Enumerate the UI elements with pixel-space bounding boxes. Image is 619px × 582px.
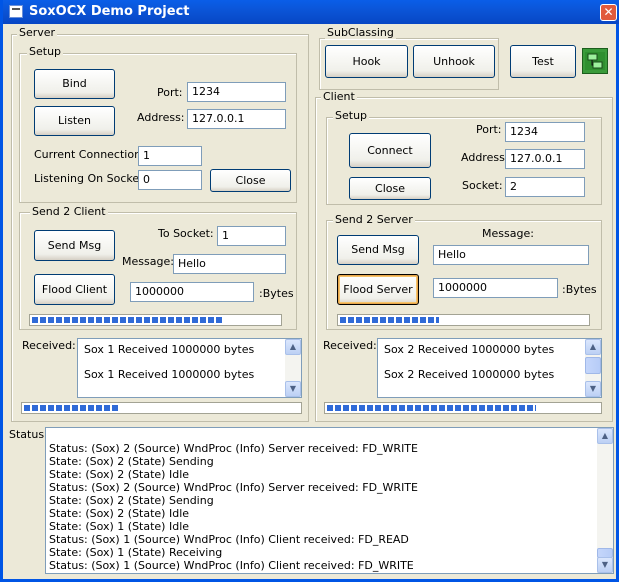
status-line: State: (Sox) 2 (State) Idle	[49, 468, 190, 481]
client-port-label: Port:	[476, 123, 502, 136]
network-connection-icon[interactable]	[582, 48, 608, 74]
server-address-field[interactable]: 127.0.0.1	[187, 109, 286, 129]
send-msg-client-button[interactable]: Send Msg	[34, 230, 115, 261]
client-close-button[interactable]: Close	[349, 177, 431, 200]
list-item[interactable]: Sox 2 Received 1000000 bytes	[384, 368, 554, 381]
status-line: State: (Sox) 1 (State) Idle	[49, 520, 190, 533]
scroll-down-icon[interactable]: ▼	[597, 557, 613, 573]
client-bytes-field[interactable]: 1000000	[130, 282, 254, 302]
status-line: State: (Sox) 2 (State) Sending	[49, 455, 214, 468]
flood-client-button[interactable]: Flood Client	[34, 274, 115, 305]
send-msg-server-button[interactable]: Send Msg	[337, 235, 419, 265]
server-address-label: Address:	[137, 111, 185, 124]
server-frame-label: Server	[17, 26, 58, 39]
listening-socket-label: Listening On Socket:	[34, 172, 148, 185]
status-line: State: (Sox) 2 (State) Sending	[49, 494, 214, 507]
client-message-label: Message:	[482, 227, 534, 240]
server-received-scrollbar[interactable]: ▲ ▼	[285, 339, 301, 397]
window-title: SoxOCX Demo Project	[29, 4, 190, 19]
client-address-label: Address:	[461, 151, 509, 164]
status-label: Status:	[9, 428, 48, 441]
server-bytes-unit: :Bytes	[562, 283, 597, 296]
subclassing-label: SubClassing	[325, 26, 396, 39]
test-button[interactable]: Test	[510, 45, 576, 78]
server-bytes-field[interactable]: 1000000	[433, 278, 558, 298]
unhook-button[interactable]: Unhook	[413, 45, 495, 78]
scroll-down-icon[interactable]: ▼	[285, 381, 301, 397]
status-line: Status: (Sox) 1 (Source) WndProc (Info) …	[49, 559, 414, 572]
client-frame-label: Client	[321, 90, 357, 103]
status-line: Status: (Sox) 2 (Source) WndProc (Info) …	[49, 442, 418, 455]
status-line: Status: (Sox) 2 (Source) WndProc (Info) …	[49, 481, 418, 494]
status-line: Status: (Sox) 1 (Source) WndProc (Info) …	[49, 533, 409, 546]
client-setup-label: Setup	[333, 109, 370, 122]
flood-server-button[interactable]: Flood Server	[337, 274, 419, 305]
network-icon-glyph	[585, 52, 605, 70]
status-lines: Status: (Sox) 2 (Source) WndProc (Info) …	[49, 442, 418, 572]
client-message-field[interactable]: Hello	[433, 245, 589, 265]
listening-socket-field[interactable]: 0	[138, 170, 202, 190]
list-item[interactable]: Sox 2 Received 1000000 bytes	[384, 343, 554, 356]
server-send-progress-fill	[340, 317, 439, 323]
title-bar[interactable]: SoxOCX Demo Project ✕	[3, 0, 619, 24]
client-socket-label: Socket:	[462, 179, 503, 192]
connect-button[interactable]: Connect	[349, 133, 431, 168]
main-window: SoxOCX Demo Project ✕ Server Setup Bind …	[0, 0, 619, 582]
scroll-up-icon[interactable]: ▲	[285, 339, 301, 355]
to-socket-field[interactable]: 1	[217, 226, 286, 246]
scroll-down-icon[interactable]: ▼	[585, 381, 601, 397]
client-received-progress	[324, 402, 602, 414]
client-send-progress-fill	[32, 317, 223, 323]
server-message-label: Message:	[122, 255, 174, 268]
scroll-thumb[interactable]	[585, 357, 601, 374]
client-address-field[interactable]: 127.0.0.1	[505, 149, 585, 169]
server-port-label: Port:	[157, 86, 183, 99]
status-line: State: (Sox) 2 (State) Idle	[49, 507, 190, 520]
status-line: State: (Sox) 1 (State) Receiving	[49, 546, 223, 559]
server-send-progress	[337, 314, 590, 326]
status-log[interactable]: Status: (Sox) 2 (Source) WndProc (Info) …	[45, 427, 614, 574]
client-received-list[interactable]: Sox 2 Received 1000000 bytes Sox 2 Recei…	[377, 338, 602, 398]
client-bytes-unit: :Bytes	[259, 287, 294, 300]
client-received-scrollbar[interactable]: ▲ ▼	[585, 339, 601, 397]
server-close-button[interactable]: Close	[210, 169, 291, 192]
listen-button[interactable]: Listen	[34, 106, 115, 136]
server-port-field[interactable]: 1234	[187, 82, 286, 102]
app-icon	[9, 5, 23, 18]
client-send-progress	[29, 314, 282, 326]
send-to-server-label: Send 2 Server	[333, 213, 415, 226]
client-received-progress-fill	[327, 405, 537, 411]
list-item[interactable]: Sox 1 Received 1000000 bytes	[84, 368, 254, 381]
close-button[interactable]: ✕	[600, 4, 617, 21]
server-received-list[interactable]: Sox 1 Received 1000000 bytes Sox 1 Recei…	[77, 338, 302, 398]
hook-button[interactable]: Hook	[325, 45, 408, 78]
bind-button[interactable]: Bind	[34, 69, 115, 99]
server-received-progress-fill	[24, 405, 118, 411]
client-received-label: Received:	[323, 339, 377, 352]
status-scrollbar[interactable]: ▲ ▼	[597, 428, 613, 573]
scroll-up-icon[interactable]: ▲	[585, 339, 601, 355]
client-port-field[interactable]: 1234	[505, 122, 585, 142]
client-socket-field[interactable]: 2	[505, 177, 585, 197]
current-connections-field[interactable]: 1	[138, 146, 202, 166]
server-received-label: Received:	[22, 339, 76, 352]
send-to-client-label: Send 2 Client	[30, 205, 108, 218]
scroll-up-icon[interactable]: ▲	[597, 428, 613, 444]
server-setup-label: Setup	[27, 45, 64, 58]
server-message-field[interactable]: Hello	[173, 254, 286, 274]
to-socket-label: To Socket:	[158, 227, 214, 240]
server-received-progress	[21, 402, 302, 414]
current-connections-label: Current Connections:	[34, 148, 151, 161]
list-item[interactable]: Sox 1 Received 1000000 bytes	[84, 343, 254, 356]
